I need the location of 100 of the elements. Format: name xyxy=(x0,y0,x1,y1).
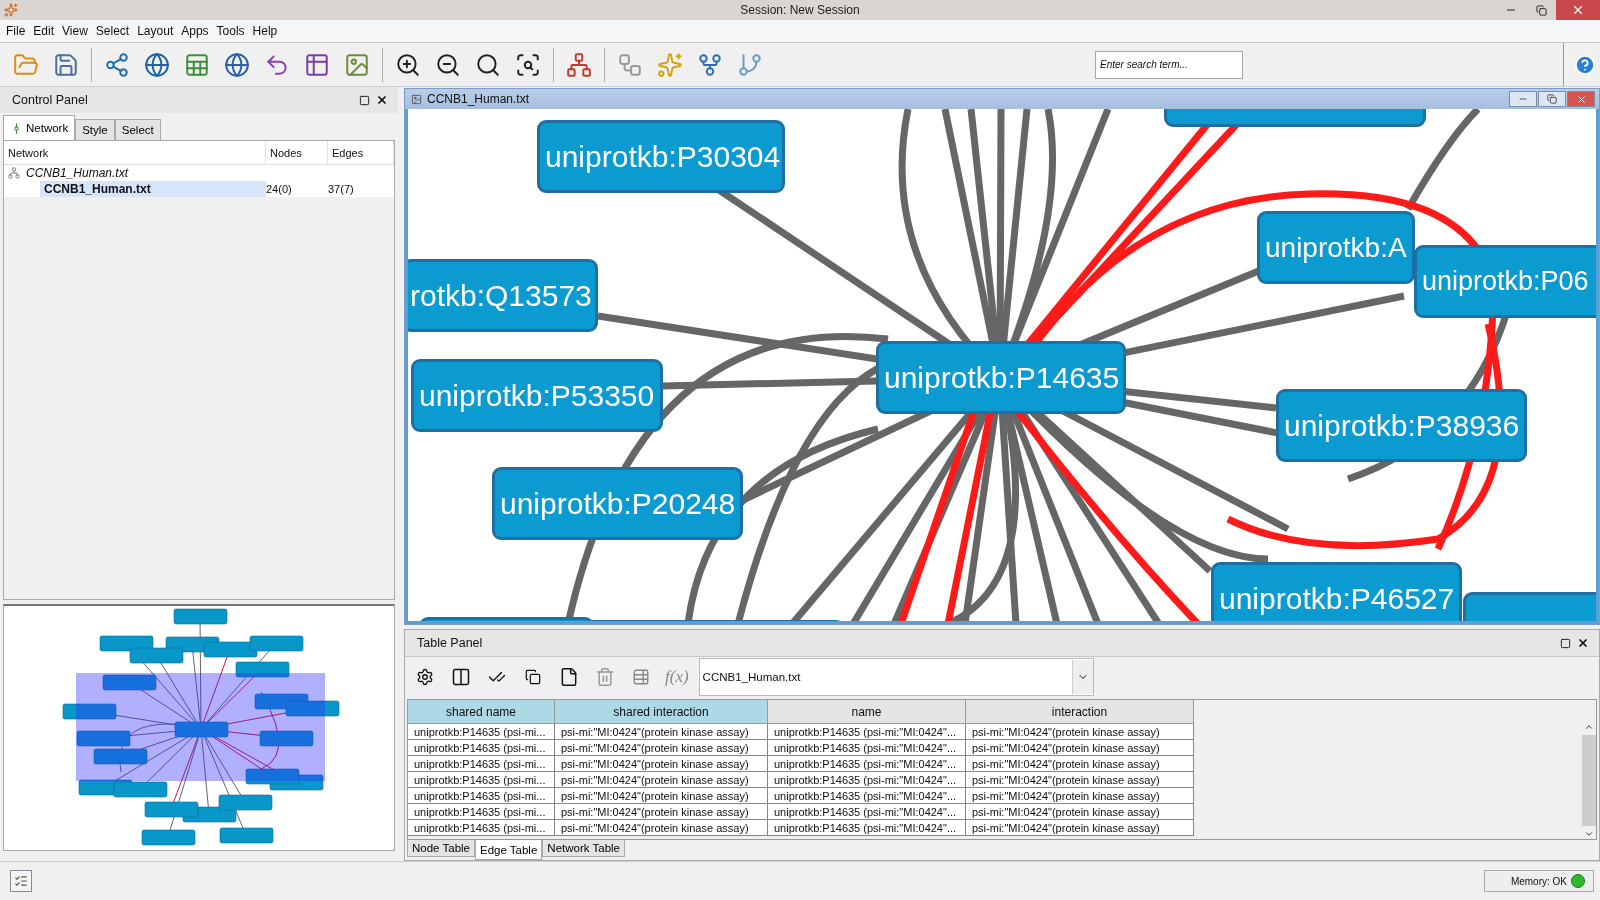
frame-title: CCNB1_Human.txt xyxy=(427,92,530,106)
table-tab[interactable]: Node Table xyxy=(407,840,475,857)
table-cell: psi-mi:"MI:0424"(protein kinase assay) xyxy=(555,756,768,772)
panel-title: Table Panel xyxy=(417,636,483,650)
table-tab[interactable]: Edge Table xyxy=(475,840,543,860)
column-header[interactable]: shared name xyxy=(408,700,555,724)
close-icon xyxy=(1571,3,1585,17)
memory-label: Memory: OK xyxy=(1510,875,1567,887)
table-cell: uniprotkb:P14635 (psi-mi... xyxy=(408,788,555,804)
save-icon xyxy=(53,51,79,78)
file-icon xyxy=(559,667,579,687)
column-header[interactable]: Edges xyxy=(328,141,394,164)
table-cell: uniprotkb:P14635 (psi-mi:"MI:0424"... xyxy=(768,756,966,772)
minimize-button[interactable] xyxy=(1509,91,1537,107)
panel-tab[interactable]: Select xyxy=(114,119,161,140)
window-title: Session: New Session xyxy=(739,3,861,17)
table-cell: uniprotkb:P14635 (psi-mi... xyxy=(408,804,555,820)
sparkles-icon xyxy=(657,51,683,78)
table-cell: psi-mi:"MI:0424"(protein kinase assay) xyxy=(966,756,1194,772)
column-header[interactable]: Nodes xyxy=(266,141,328,164)
table-icon xyxy=(632,668,650,686)
column-header[interactable]: Network xyxy=(4,141,266,164)
tasks-button[interactable] xyxy=(10,870,32,892)
float-icon[interactable] xyxy=(1560,637,1571,649)
columns-icon xyxy=(451,667,471,687)
table-cell: psi-mi:"MI:0424"(protein kinase assay) xyxy=(555,788,768,804)
restore-button[interactable] xyxy=(1538,91,1566,107)
table-cell: psi-mi:"MI:0424"(protein kinase assay) xyxy=(966,724,1194,740)
close-icon xyxy=(1575,93,1587,105)
collection-icon xyxy=(8,167,20,179)
network-name[interactable]: CCNB1_Human.txt xyxy=(40,181,266,197)
git-fork-icon xyxy=(697,51,723,78)
table-cell: psi-mi:"MI:0424"(protein kinase assay) xyxy=(966,788,1194,804)
search-field[interactable]: Enter search term... xyxy=(1095,50,1243,79)
panel-tab[interactable]: Network xyxy=(3,115,76,140)
table-cell: psi-mi:"MI:0424"(protein kinase assay) xyxy=(555,740,768,756)
image-icon xyxy=(344,51,370,78)
table-cell: uniprotkb:P14635 (psi-mi:"MI:0424"... xyxy=(768,772,966,788)
app-icon xyxy=(4,3,18,17)
column-header[interactable]: name xyxy=(768,700,966,724)
close-icon[interactable] xyxy=(1577,637,1589,649)
panel-tab[interactable]: Style xyxy=(75,119,115,140)
menu-item[interactable]: Layout xyxy=(133,24,178,38)
table-cell: psi-mi:"MI:0424"(protein kinase assay) xyxy=(555,772,768,788)
edge-count: 37(7) xyxy=(328,182,355,197)
table-cell: uniprotkb:P14635 (psi-mi... xyxy=(408,740,555,756)
workflow-icon xyxy=(617,51,643,78)
table-cell: psi-mi:"MI:0424"(protein kinase assay) xyxy=(966,804,1194,820)
squares-icon xyxy=(525,669,541,685)
restore-icon xyxy=(1535,4,1547,16)
table-cell: psi-mi:"MI:0424"(protein kinase assay) xyxy=(555,820,768,836)
globe-icon xyxy=(144,51,170,78)
table-cell: uniprotkb:P14635 (psi-mi... xyxy=(408,820,555,836)
sheet-icon xyxy=(184,51,210,78)
table-cell: psi-mi:"MI:0424"(protein kinase assay) xyxy=(966,820,1194,836)
table-cell: uniprotkb:P14635 (psi-mi:"MI:0424"... xyxy=(768,788,966,804)
network-icon xyxy=(566,51,592,78)
table-cell: psi-mi:"MI:0424"(protein kinase assay) xyxy=(555,804,768,820)
restore-icon xyxy=(1547,94,1557,104)
table-cell: psi-mi:"MI:0424"(protein kinase assay) xyxy=(966,772,1194,788)
checklist-icon xyxy=(14,874,28,888)
zoom-in-icon xyxy=(395,51,421,78)
table-icon xyxy=(304,51,330,78)
scroll-down-icon[interactable] xyxy=(1583,829,1594,839)
magnifier-icon xyxy=(475,51,501,78)
globe-icon xyxy=(224,51,250,78)
table-cell: uniprotkb:P14635 (psi-mi... xyxy=(408,772,555,788)
help-icon[interactable] xyxy=(1574,53,1596,76)
column-header[interactable]: shared interaction xyxy=(555,700,768,724)
table-cell: uniprotkb:P14635 (psi-mi:"MI:0424"... xyxy=(768,804,966,820)
column-header[interactable]: interaction xyxy=(966,700,1194,724)
memory-status[interactable]: Memory: OK xyxy=(1484,870,1594,892)
table-cell: psi-mi:"MI:0424"(protein kinase assay) xyxy=(966,740,1194,756)
table-cell: uniprotkb:P14635 (psi-mi:"MI:0424"... xyxy=(768,724,966,740)
trash-icon xyxy=(595,667,615,687)
table-tab[interactable]: Network Table xyxy=(542,840,625,857)
menu-item[interactable]: Edit xyxy=(29,24,59,38)
table-cell: psi-mi:"MI:0424"(protein kinase assay) xyxy=(555,724,768,740)
menu-item[interactable]: Apps xyxy=(177,24,213,38)
share-nodes-icon xyxy=(104,51,130,78)
git-branch-icon xyxy=(737,51,763,78)
table-cell: uniprotkb:P14635 (psi-mi... xyxy=(408,724,555,740)
menu-item[interactable]: Select xyxy=(91,24,134,38)
close-icon[interactable] xyxy=(376,94,388,106)
settings-icon xyxy=(416,668,434,686)
node-count: 24(0) xyxy=(266,182,293,197)
scroll-up-icon[interactable] xyxy=(1583,722,1594,732)
table-select[interactable]: CCNB1_Human.txt xyxy=(698,658,1094,696)
float-icon[interactable] xyxy=(359,94,370,106)
scan-search-icon xyxy=(515,51,541,78)
table-cell: uniprotkb:P14635 (psi-mi:"MI:0424"... xyxy=(768,820,966,836)
zoom-out-icon xyxy=(435,51,461,78)
menu-item[interactable]: Help xyxy=(248,24,282,38)
menu-item[interactable]: Tools xyxy=(212,24,249,38)
menu-item[interactable]: File xyxy=(2,24,30,38)
table-cell: uniprotkb:P14635 (psi-mi... xyxy=(408,756,555,772)
menu-item[interactable]: View xyxy=(58,24,92,38)
folder-icon xyxy=(13,51,39,78)
viewport-rectangle[interactable] xyxy=(76,673,325,781)
table-cell: uniprotkb:P14635 (psi-mi:"MI:0424"... xyxy=(768,740,966,756)
